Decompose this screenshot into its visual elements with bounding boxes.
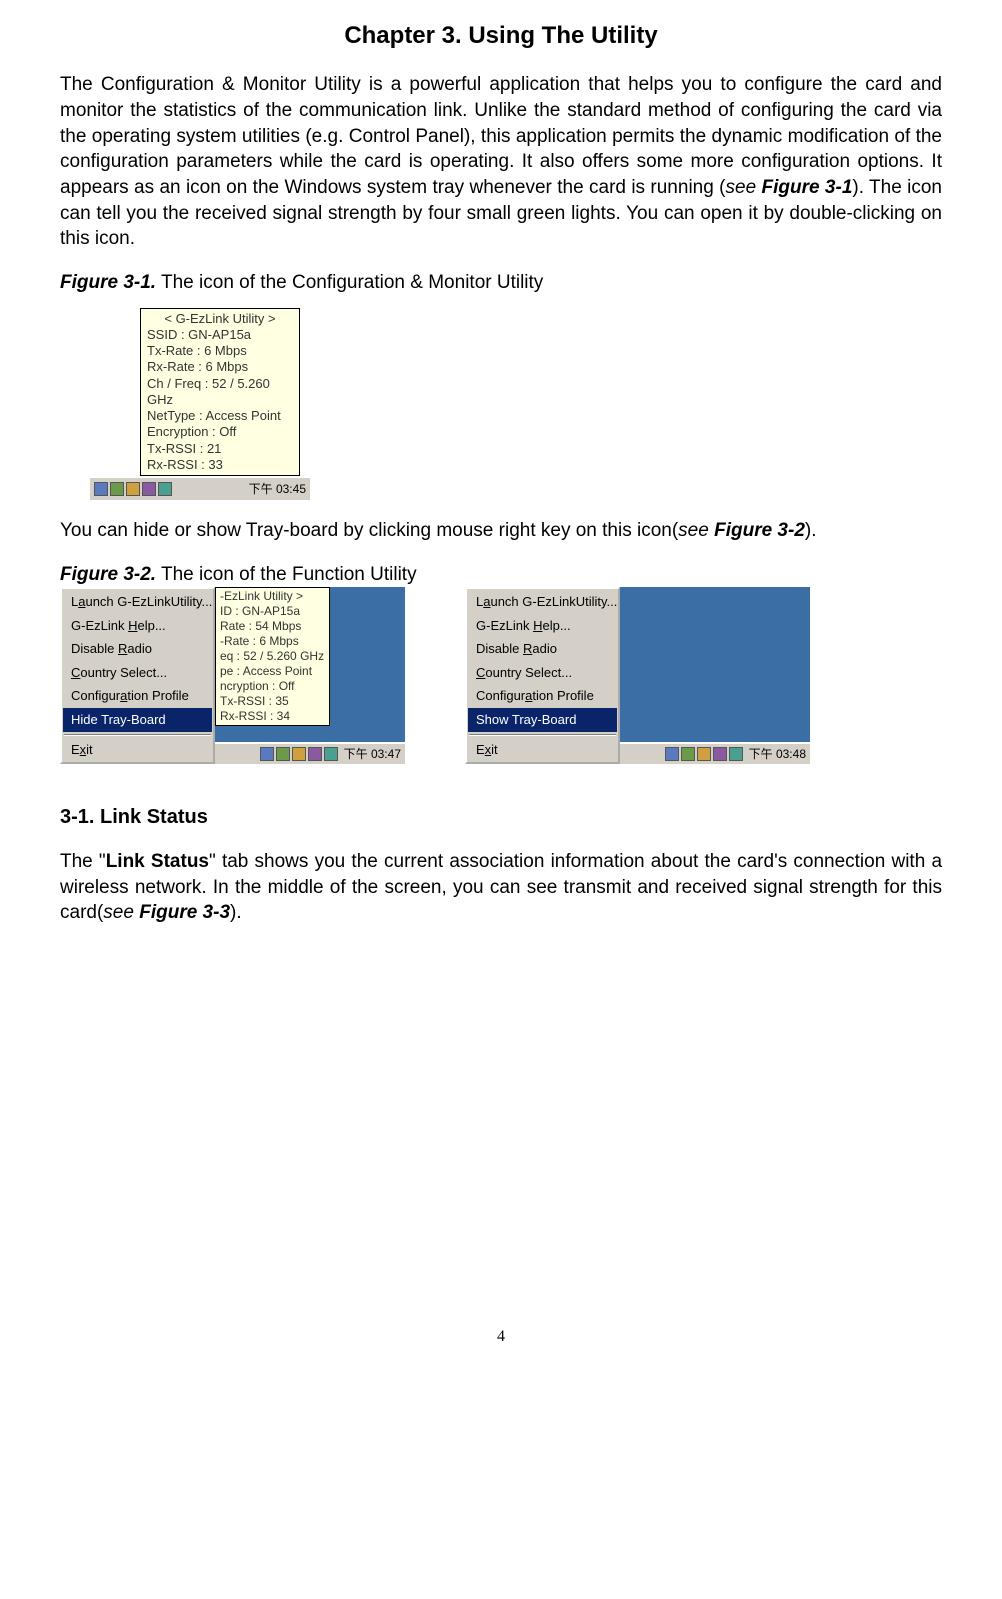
tooltip-rxrssi: Rx-RSSI : 33 bbox=[147, 457, 293, 473]
figure-3-1-caption: Figure 3-1. The icon of the Configuratio… bbox=[60, 270, 942, 296]
section-paragraph: The "Link Status" tab shows you the curr… bbox=[60, 849, 942, 926]
tray-icon[interactable] bbox=[324, 747, 338, 761]
section-text-pre: The " bbox=[60, 851, 106, 872]
see-text: see bbox=[103, 902, 139, 923]
tray-icon[interactable] bbox=[665, 747, 679, 761]
mid-text-2: ). bbox=[805, 520, 817, 541]
section-heading-link-status: 3-1. Link Status bbox=[60, 804, 942, 831]
link-status-term: Link Status bbox=[106, 851, 209, 872]
tray-icon[interactable] bbox=[126, 482, 140, 496]
partial-tooltip: -EzLink Utility > ID : GN-AP15a Rate : 5… bbox=[215, 587, 330, 726]
tooltip-txrate: Tx-Rate : 6 Mbps bbox=[147, 343, 293, 359]
tray-clock: 下午 03:45 bbox=[249, 481, 306, 497]
system-tray[interactable]: 下午 03:47 bbox=[215, 742, 405, 764]
page-number: 4 bbox=[60, 1326, 942, 1348]
tray-icon-group bbox=[665, 747, 743, 761]
tray-icon[interactable] bbox=[260, 747, 274, 761]
menu-item-disable-radio[interactable]: Disable Radio bbox=[63, 637, 212, 661]
chapter-title: Chapter 3. Using The Utility bbox=[60, 20, 942, 52]
menu-item-exit[interactable]: Exit bbox=[468, 738, 617, 762]
tooltip-chfreq: Ch / Freq : 52 / 5.260 GHz bbox=[147, 376, 293, 409]
menu-item-exit[interactable]: Exit bbox=[63, 738, 212, 762]
intro-paragraph: The Configuration & Monitor Utility is a… bbox=[60, 72, 942, 251]
menu-item-config-profile[interactable]: Configuration Profile bbox=[468, 684, 617, 708]
desktop-area: 下午 03:48 bbox=[620, 587, 810, 764]
menu-item-launch[interactable]: Launch G-EzLinkUtility... bbox=[468, 590, 617, 614]
desktop-area: -EzLink Utility > ID : GN-AP15a Rate : 5… bbox=[215, 587, 405, 764]
figure-3-2: Launch G-EzLinkUtility... G-EzLink Help.… bbox=[60, 587, 942, 764]
tray-icon[interactable] bbox=[308, 747, 322, 761]
figure-3-2-caption: Figure 3-2. The icon of the Function Uti… bbox=[60, 562, 942, 588]
context-menu-hide-variant: Launch G-EzLinkUtility... G-EzLink Help.… bbox=[60, 587, 405, 764]
figure-caption-text: The icon of the Function Utility bbox=[156, 564, 417, 585]
tray-icon[interactable] bbox=[142, 482, 156, 496]
tray-icon[interactable] bbox=[681, 747, 695, 761]
figure-label: Figure 3-1. bbox=[60, 272, 156, 293]
context-menu-show-variant: Launch G-EzLinkUtility... G-EzLink Help.… bbox=[465, 587, 810, 764]
menu-item-launch[interactable]: Launch G-EzLinkUtility... bbox=[63, 590, 212, 614]
see-text: see bbox=[726, 177, 762, 198]
figure-ref-3-1: Figure 3-1 bbox=[762, 177, 853, 198]
menu-item-disable-radio[interactable]: Disable Radio bbox=[468, 637, 617, 661]
tooltip-txrssi: Tx-RSSI : 21 bbox=[147, 441, 293, 457]
mid-text-1: You can hide or show Tray-board by click… bbox=[60, 520, 678, 541]
tray-icon[interactable] bbox=[729, 747, 743, 761]
tray-icon-group bbox=[260, 747, 338, 761]
tooltip-rxrate: Rx-Rate : 6 Mbps bbox=[147, 359, 293, 375]
menu-item-config-profile[interactable]: Configuration Profile bbox=[63, 684, 212, 708]
menu-item-country-select[interactable]: Country Select... bbox=[468, 661, 617, 685]
figure-ref-3-2: Figure 3-2 bbox=[714, 520, 805, 541]
tray-icon-group bbox=[94, 482, 172, 496]
menu-separator bbox=[469, 734, 616, 736]
tray-icon[interactable] bbox=[292, 747, 306, 761]
tray-icon[interactable] bbox=[94, 482, 108, 496]
tray-icon[interactable] bbox=[110, 482, 124, 496]
menu-item-help[interactable]: G-EzLink Help... bbox=[468, 614, 617, 638]
tooltip-ssid: SSID : GN-AP15a bbox=[147, 327, 293, 343]
menu-separator bbox=[64, 734, 211, 736]
menu-item-help[interactable]: G-EzLink Help... bbox=[63, 614, 212, 638]
section-text-post: ). bbox=[230, 902, 242, 923]
tray-icon[interactable] bbox=[158, 482, 172, 496]
figure-ref-3-3: Figure 3-3 bbox=[139, 902, 230, 923]
tooltip-nettype: NetType : Access Point bbox=[147, 408, 293, 424]
mid-paragraph: You can hide or show Tray-board by click… bbox=[60, 518, 942, 544]
systray-tooltip: < G-EzLink Utility > SSID : GN-AP15a Tx-… bbox=[140, 308, 300, 477]
context-menu: Launch G-EzLinkUtility... G-EzLink Help.… bbox=[465, 587, 620, 764]
menu-item-country-select[interactable]: Country Select... bbox=[63, 661, 212, 685]
menu-item-hide-tray[interactable]: Hide Tray-Board bbox=[63, 708, 212, 732]
context-menu: Launch G-EzLinkUtility... G-EzLink Help.… bbox=[60, 587, 215, 764]
tray-icon[interactable] bbox=[697, 747, 711, 761]
tray-icon[interactable] bbox=[276, 747, 290, 761]
tray-clock: 下午 03:47 bbox=[344, 746, 401, 762]
tooltip-encryption: Encryption : Off bbox=[147, 424, 293, 440]
tray-icon[interactable] bbox=[713, 747, 727, 761]
tray-clock: 下午 03:48 bbox=[749, 746, 806, 762]
figure-label: Figure 3-2. bbox=[60, 564, 156, 585]
figure-3-1: < G-EzLink Utility > SSID : GN-AP15a Tx-… bbox=[90, 308, 310, 501]
see-text: see bbox=[678, 520, 714, 541]
system-tray[interactable]: 下午 03:48 bbox=[620, 742, 810, 764]
tooltip-title: < G-EzLink Utility > bbox=[147, 311, 293, 327]
menu-item-show-tray[interactable]: Show Tray-Board bbox=[468, 708, 617, 732]
figure-caption-text: The icon of the Configuration & Monitor … bbox=[156, 272, 543, 293]
system-tray[interactable]: 下午 03:45 bbox=[90, 476, 310, 500]
